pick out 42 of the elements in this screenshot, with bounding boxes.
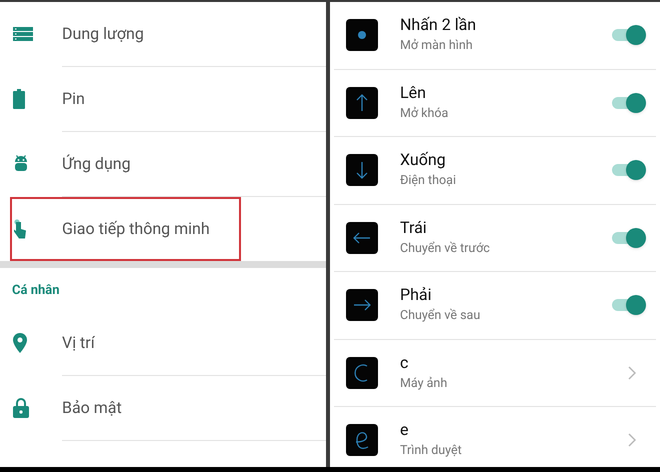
gesture-action: Trình duyệt bbox=[400, 442, 463, 460]
settings-item-label: Ứng dụng bbox=[62, 153, 131, 175]
settings-item-label: Dung lượng bbox=[62, 23, 144, 45]
lock-icon bbox=[13, 398, 29, 418]
gesture-action: Mở màn hình bbox=[400, 37, 474, 56]
settings-item-label: Vị trí bbox=[62, 332, 95, 354]
left-arrow-gesture-icon bbox=[346, 222, 378, 254]
hand-icon bbox=[13, 219, 27, 239]
dot-gesture-icon bbox=[346, 19, 378, 52]
settings-item-label: Bảo mật bbox=[62, 397, 122, 419]
gesture-title: Lên bbox=[400, 82, 427, 104]
storage-icon bbox=[13, 27, 33, 41]
settings-item[interactable]: Dung lượng bbox=[10, 2, 241, 66]
down-arrow-gesture-icon bbox=[346, 154, 378, 186]
settings-item[interactable]: Bảo mật bbox=[10, 376, 241, 440]
location-pin-icon bbox=[13, 333, 27, 353]
chevron-icon bbox=[628, 433, 636, 448]
gesture-title: e bbox=[400, 419, 410, 442]
gesture-action: Điện thoại bbox=[400, 172, 457, 190]
settings-item[interactable]: Pin bbox=[10, 67, 241, 131]
settings-item-label: Pin bbox=[62, 88, 85, 110]
settings-item-label: Giao tiếp thông minh bbox=[62, 218, 210, 240]
right-arrow-gesture-icon bbox=[346, 289, 378, 322]
gesture-action: Chuyển về trước bbox=[400, 240, 491, 258]
gesture-title: Trái bbox=[400, 216, 428, 239]
loop-gesture-icon bbox=[346, 424, 378, 456]
curve-gesture-icon bbox=[346, 356, 378, 389]
gesture-title: Phải bbox=[400, 284, 432, 306]
gesture-action: Máy ảnh bbox=[400, 374, 448, 393]
settings-item[interactable]: Giao tiếp thông minh bbox=[10, 197, 241, 261]
settings-item[interactable]: Vị trí bbox=[10, 311, 241, 375]
android-icon bbox=[13, 155, 29, 173]
section-header: Cá nhân bbox=[11, 282, 61, 300]
gesture-action: Mở khóa bbox=[400, 104, 450, 123]
gesture-title: c bbox=[400, 352, 410, 374]
gesture-title: Xuống bbox=[400, 149, 447, 172]
settings-item[interactable]: Ứng dụng bbox=[10, 132, 241, 196]
battery-icon bbox=[13, 89, 25, 109]
up-arrow-gesture-icon bbox=[346, 86, 378, 119]
gesture-action: Chuyển về sau bbox=[400, 307, 482, 326]
chevron-icon bbox=[628, 366, 636, 380]
gesture-title: Nhấn 2 lần bbox=[400, 14, 478, 36]
